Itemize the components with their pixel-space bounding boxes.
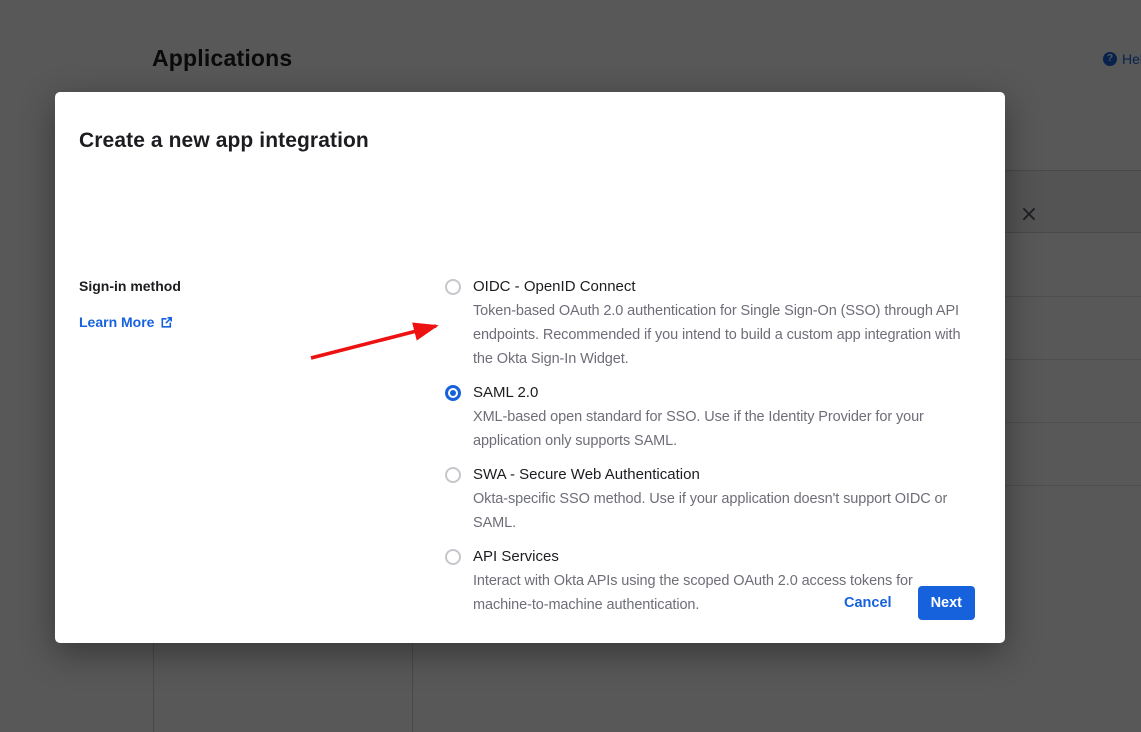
saml-option-label[interactable]: SAML 2.0 (473, 381, 965, 405)
oidc-option-label[interactable]: OIDC - OpenID Connect (473, 275, 965, 299)
swa-option-description: Okta-specific SSO method. Use if your ap… (473, 487, 965, 535)
saml-radio-button[interactable] (445, 385, 461, 401)
api-services-option-label[interactable]: API Services (473, 545, 965, 569)
radio-option-oidc: OIDC - OpenID Connect Token-based OAuth … (445, 275, 965, 371)
radio-option-swa: SWA - Secure Web Authentication Okta-spe… (445, 463, 965, 535)
oidc-radio-button[interactable] (445, 279, 461, 295)
radio-option-saml: SAML 2.0 XML-based open standard for SSO… (445, 381, 965, 453)
create-app-integration-dialog: × Create a new app integration Sign-in m… (55, 92, 1005, 643)
api-services-radio-button[interactable] (445, 549, 461, 565)
dialog-title: Create a new app integration (79, 129, 369, 153)
cancel-button[interactable]: Cancel (844, 595, 892, 611)
sign-in-method-options: OIDC - OpenID Connect Token-based OAuth … (445, 275, 965, 627)
dialog-footer: Cancel Next (844, 586, 975, 620)
swa-option-label[interactable]: SWA - Secure Web Authentication (473, 463, 965, 487)
saml-option-description: XML-based open standard for SSO. Use if … (473, 405, 965, 453)
external-link-icon (160, 316, 173, 329)
oidc-option-description: Token-based OAuth 2.0 authentication for… (473, 299, 965, 371)
dialog-left-column: Sign-in method Learn More (79, 278, 409, 332)
learn-more-label: Learn More (79, 314, 154, 330)
sign-in-method-label: Sign-in method (79, 278, 409, 294)
learn-more-link[interactable]: Learn More (79, 314, 173, 330)
close-icon[interactable]: × (1016, 202, 1042, 228)
next-button[interactable]: Next (918, 586, 975, 620)
swa-radio-button[interactable] (445, 467, 461, 483)
